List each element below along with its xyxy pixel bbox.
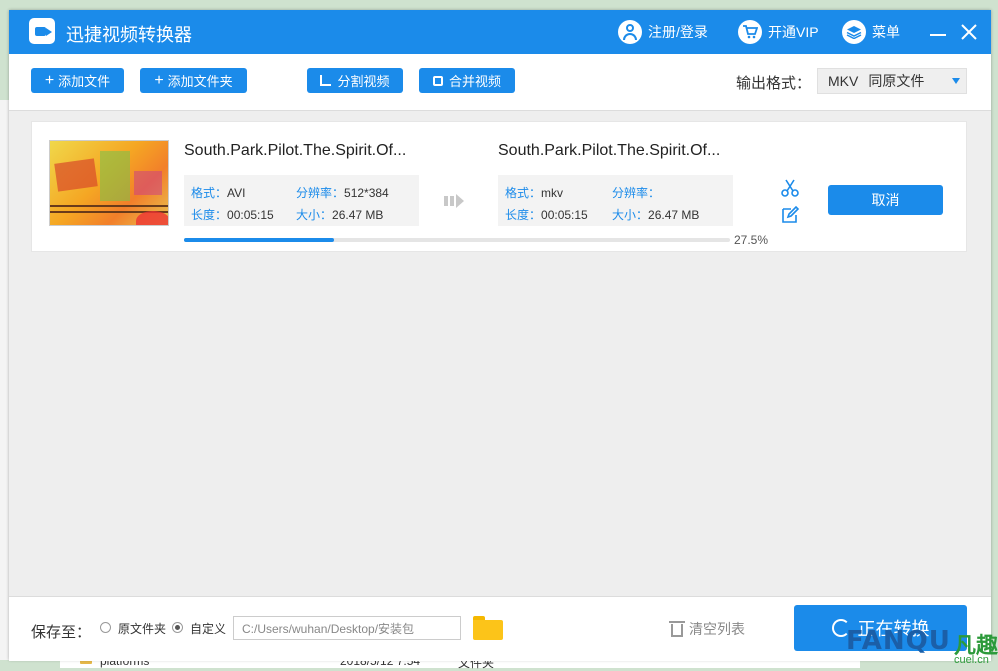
output-format-select[interactable]: MKV 同原文件	[817, 68, 967, 94]
format-key: 格式：	[505, 186, 542, 200]
source-format: AVI	[227, 186, 246, 200]
split-video-label: 分割视频	[337, 74, 390, 89]
target-format: mkv	[541, 186, 564, 200]
cancel-button[interactable]: 取消	[828, 185, 943, 215]
merge-icon	[432, 75, 443, 86]
file-item: South.Park.Pilot.The.Spirit.Of... 格式：AVI…	[31, 121, 967, 252]
add-folder-button[interactable]: + 添加文件夹	[140, 68, 247, 93]
output-format-label: 输出格式：	[736, 75, 812, 92]
source-duration: 00:05:15	[227, 208, 274, 222]
crop-icon	[320, 75, 332, 86]
custom-folder-label: 自定义	[190, 622, 227, 636]
source-resolution: 512*384	[344, 186, 389, 200]
vip-button[interactable]: 开通VIP	[738, 18, 819, 46]
split-video-button[interactable]: 分割视频	[307, 68, 403, 93]
menu-label: 菜单	[872, 24, 900, 40]
vip-label: 开通VIP	[768, 24, 819, 40]
close-button[interactable]	[957, 20, 981, 44]
user-icon	[618, 20, 642, 44]
save-path-input[interactable]	[233, 616, 461, 640]
video-thumbnail	[49, 140, 169, 226]
clear-list-label: 清空列表	[689, 621, 745, 637]
target-size: 26.47 MB	[648, 208, 700, 222]
arrow-right-icon	[444, 194, 464, 208]
progress-percent: 27.5%	[734, 233, 769, 247]
add-folder-label: 添加文件夹	[167, 74, 233, 89]
watermark-brand: FANQU	[846, 626, 951, 656]
merge-video-label: 合并视频	[448, 74, 501, 89]
title-bar: 迅捷视频转换器 注册/登录 开通VIP 菜单	[9, 10, 991, 54]
scissors-icon[interactable]	[780, 178, 800, 198]
app-window: 迅捷视频转换器 注册/登录 开通VIP 菜单 + 添加文件 + 添加文件夹 分割…	[9, 10, 991, 661]
resolution-key: 分辨率：	[296, 186, 345, 200]
save-to-label: 保存至：	[31, 624, 92, 641]
merge-video-button[interactable]: 合并视频	[419, 68, 515, 93]
edit-icon[interactable]	[780, 205, 800, 225]
output-format-value: MKV	[828, 73, 859, 89]
duration-key: 长度：	[191, 208, 228, 222]
original-folder-label: 原文件夹	[118, 622, 167, 636]
target-duration: 00:05:15	[541, 208, 588, 222]
source-size: 26.47 MB	[332, 208, 384, 222]
minimize-icon	[930, 34, 946, 36]
clear-list-button[interactable]: 清空列表	[669, 619, 745, 639]
radio-original-folder[interactable]	[100, 622, 111, 633]
cart-icon	[738, 20, 762, 44]
plus-icon: +	[44, 71, 55, 89]
format-key: 格式：	[191, 186, 228, 200]
output-quality-value: 同原文件	[868, 73, 925, 89]
login-button[interactable]: 注册/登录	[618, 18, 708, 46]
source-info-box: 格式：AVI 分辨率：512*384 长度：00:05:15 大小：26.47 …	[184, 175, 419, 226]
close-icon	[961, 24, 977, 40]
layers-icon	[842, 20, 866, 44]
trash-icon	[669, 620, 685, 637]
target-info-box: 格式：mkv 分辨率： 长度：00:05:15 大小：26.47 MB	[498, 175, 733, 226]
target-file-name: South.Park.Pilot.The.Spirit.Of...	[498, 142, 721, 159]
toolbar: + 添加文件 + 添加文件夹 分割视频 合并视频 输出格式： MKV 同原文件	[9, 54, 991, 111]
watermark-domain: cuel.cn	[954, 654, 989, 666]
size-key: 大小：	[296, 208, 333, 222]
duration-key: 长度：	[505, 208, 542, 222]
login-label: 注册/登录	[648, 24, 708, 40]
size-key: 大小：	[612, 208, 649, 222]
watermark: FANQU 凡趣 cuel.cn	[842, 626, 998, 668]
source-file-name: South.Park.Pilot.The.Spirit.Of...	[184, 142, 407, 159]
resolution-key: 分辨率：	[612, 186, 661, 200]
folder-icon[interactable]	[473, 616, 503, 640]
plus-icon: +	[154, 71, 164, 89]
minimize-button[interactable]	[926, 20, 950, 44]
app-logo-icon	[29, 18, 55, 44]
radio-custom-folder[interactable]	[172, 622, 183, 633]
add-file-label: 添加文件	[58, 74, 111, 89]
app-title: 迅捷视频转换器	[66, 25, 192, 45]
add-file-button[interactable]: + 添加文件	[31, 68, 124, 93]
menu-button[interactable]: 菜单	[842, 18, 900, 46]
progress-fill	[184, 238, 335, 242]
chevron-down-icon	[952, 78, 960, 84]
progress-bar	[184, 238, 730, 242]
